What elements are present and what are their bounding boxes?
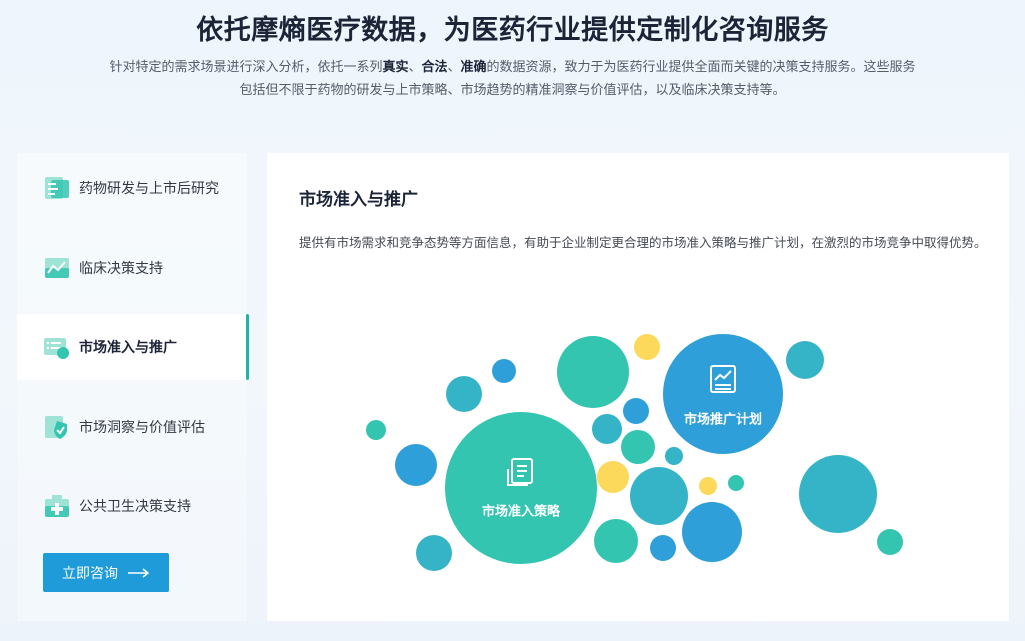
medical-kit-icon bbox=[45, 495, 69, 517]
document-list-icon bbox=[45, 177, 69, 199]
highlight-accurate: 准确 bbox=[460, 60, 487, 75]
bubble-decor bbox=[650, 535, 676, 561]
bubble-decor bbox=[594, 519, 638, 563]
bubble-label-promotion: 市场推广计划 bbox=[683, 412, 763, 428]
bubble-decor bbox=[395, 444, 437, 486]
bubble-decor bbox=[366, 420, 386, 440]
list-card-icon bbox=[44, 338, 69, 359]
shield-check-icon bbox=[45, 416, 67, 439]
sidebar-item-public-health[interactable]: 公共卫生决策支持 bbox=[17, 473, 247, 539]
bubble-decor bbox=[446, 376, 482, 412]
bubble-market-access-strategy bbox=[445, 412, 597, 564]
sidebar-item-market-access[interactable]: 市场准入与推广 bbox=[17, 314, 249, 380]
hero-description: 针对特定的需求场景进行深入分析，依托一系列真实、合法、准确的数据资源，致力于为医… bbox=[109, 60, 916, 98]
bubble-decor bbox=[557, 336, 629, 408]
sidebar-item-clinical-decision[interactable]: 临床决策支持 bbox=[17, 235, 247, 301]
bubble-decor bbox=[623, 398, 649, 424]
chart-trend-icon bbox=[45, 258, 69, 278]
highlight-legal: 合法 bbox=[421, 60, 448, 75]
bubble-decor bbox=[492, 359, 516, 383]
service-detail-panel: 市场准入与推广 提供有市场需求和竞争态势等方面信息，有助于企业制定更合理的市场准… bbox=[267, 153, 1009, 621]
bubble-decor bbox=[786, 341, 824, 379]
bubble-decor bbox=[728, 475, 744, 491]
bubble-decor bbox=[416, 535, 452, 571]
sidebar-item-market-insight[interactable]: 市场洞察与价值评估 bbox=[17, 394, 247, 460]
bubble-decor bbox=[597, 461, 629, 493]
bubble-decor bbox=[634, 334, 660, 360]
highlight-real: 真实 bbox=[382, 60, 409, 75]
bubble-decor bbox=[699, 477, 717, 495]
page-title: 依托摩熵医疗数据，为医药行业提供定制化咨询服务 bbox=[196, 15, 829, 46]
bubble-decor bbox=[621, 430, 655, 464]
bubble-label-strategy: 市场准入策略 bbox=[481, 504, 561, 520]
bubble-decor bbox=[665, 447, 683, 465]
bubble-decor bbox=[592, 414, 622, 444]
arrow-right-icon bbox=[128, 567, 150, 578]
bubble-decor bbox=[877, 529, 903, 555]
bubble-decor bbox=[682, 502, 742, 562]
bubble-illustration bbox=[366, 334, 903, 571]
service-sidebar: 药物研发与上市后研究 临床决策支持 市场准入与推广 市场洞察与价值评估 公共卫生… bbox=[17, 153, 249, 621]
consult-now-button[interactable]: 立即咨询 bbox=[43, 553, 169, 592]
bubble-market-promotion-plan bbox=[663, 334, 783, 454]
hero-section: 依托摩熵医疗数据，为医药行业提供定制化咨询服务 针对特定的需求场景进行深入分析，… bbox=[0, 0, 1025, 140]
bubble-decor bbox=[799, 455, 877, 533]
bubble-decor bbox=[630, 467, 688, 525]
sidebar-item-drug-research[interactable]: 药物研发与上市后研究 bbox=[17, 155, 247, 221]
